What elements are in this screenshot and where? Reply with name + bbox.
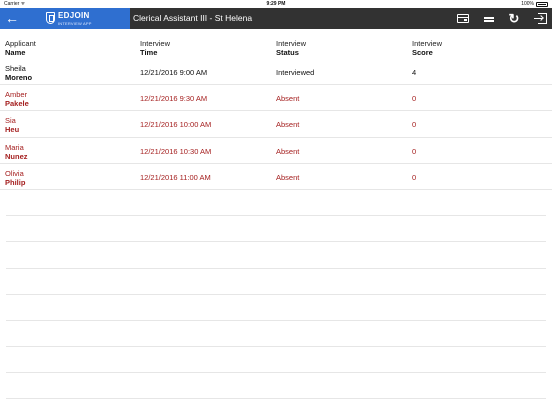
interview-status: Absent xyxy=(276,94,300,104)
interview-status: Absent xyxy=(276,172,300,182)
brand-block: ← EDJOIN INTERVIEW APP xyxy=(0,8,130,29)
empty-row xyxy=(6,190,546,217)
header-interview-time: Interview Time xyxy=(140,39,171,57)
table-row[interactable]: Sia Heu 12/21/2016 10:00 AM Absent 0 xyxy=(0,111,552,138)
empty-row xyxy=(6,373,546,400)
menu-icon[interactable] xyxy=(482,12,496,25)
table-row[interactable]: Olivia Philip 12/21/2016 11:00 AM Absent… xyxy=(0,164,552,190)
header-interview-status: Interview Status xyxy=(276,39,307,57)
interview-status: Interviewed xyxy=(276,68,315,77)
logout-icon[interactable] xyxy=(534,12,548,25)
battery-percent: 100% xyxy=(521,1,534,7)
interview-time: 12/21/2016 9:30 AM xyxy=(140,94,208,104)
interview-score: 0 xyxy=(412,146,417,156)
empty-row xyxy=(6,321,546,348)
table-row[interactable]: Sheila Moreno 12/21/2016 9:00 AM Intervi… xyxy=(0,59,552,86)
brand-title: EDJOIN xyxy=(58,11,90,20)
empty-row xyxy=(6,216,546,243)
brand-subtitle: INTERVIEW APP xyxy=(58,21,92,26)
interview-status: Absent xyxy=(276,120,300,130)
applicant-name: Sheila Moreno xyxy=(5,64,33,82)
interview-score: 4 xyxy=(412,68,417,77)
applicant-table: Applicant Name Interview Time Interview … xyxy=(0,29,552,400)
interview-time: 12/21/2016 11:00 AM xyxy=(140,172,211,182)
interview-time: 12/21/2016 10:00 AM xyxy=(140,120,212,130)
edjoin-logo-icon xyxy=(46,12,55,24)
header-applicant-name: Applicant Name xyxy=(5,39,36,57)
empty-row xyxy=(6,269,546,295)
interview-status: Absent xyxy=(276,146,300,156)
nav-bar: ← EDJOIN INTERVIEW APP Clerical Assistan… xyxy=(0,8,552,29)
applicant-name: Amber Pakele xyxy=(5,90,29,109)
empty-row xyxy=(6,295,546,321)
calculator-icon[interactable] xyxy=(456,12,470,25)
page-title: Clerical Assistant III - St Helena xyxy=(133,13,253,23)
header-interview-score: Interview Score xyxy=(412,39,443,57)
empty-row xyxy=(6,347,546,374)
table-row[interactable]: Maria Nunez 12/21/2016 10:30 AM Absent 0 xyxy=(0,138,552,164)
interview-time: 12/21/2016 9:00 AM xyxy=(140,68,208,77)
interview-score: 0 xyxy=(412,172,417,182)
interview-score: 0 xyxy=(412,120,417,130)
applicant-name: Maria Nunez xyxy=(5,142,28,161)
applicant-name: Olivia Philip xyxy=(5,168,26,187)
refresh-icon[interactable]: ↻ xyxy=(507,12,521,25)
table-header: Applicant Name Interview Time Interview … xyxy=(0,29,552,59)
table-row[interactable]: Amber Pakele 12/21/2016 9:30 AM Absent 0 xyxy=(0,85,552,112)
back-arrow-icon[interactable]: ← xyxy=(4,10,20,27)
applicant-name: Sia Heu xyxy=(5,116,20,135)
empty-row xyxy=(6,242,546,269)
interview-time: 12/21/2016 10:30 AM xyxy=(140,146,212,156)
interview-score: 0 xyxy=(412,94,417,104)
clock: 9:29 PM xyxy=(266,1,286,7)
status-bar: Carrier ᯤ 9:29 PM 100% xyxy=(0,0,552,8)
battery-icon xyxy=(536,1,548,7)
